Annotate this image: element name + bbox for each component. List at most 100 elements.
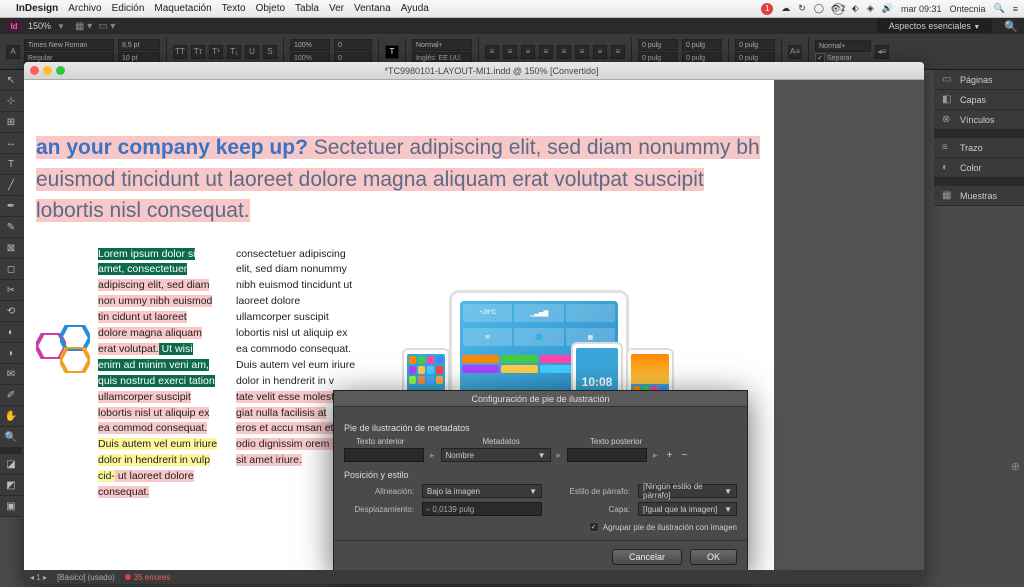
status-style[interactable]: [Básico] (usado) — [57, 573, 115, 582]
strikethrough-icon[interactable]: S — [263, 45, 277, 59]
panel-color[interactable]: ◐Color — [934, 158, 1024, 178]
capa-select[interactable]: [Igual que la imagen]▼ — [638, 502, 737, 516]
char-style-field[interactable]: Normal+ — [815, 40, 871, 52]
zoom-level[interactable]: 150% — [28, 21, 51, 31]
remove-row-button[interactable]: − — [679, 449, 691, 461]
page-nav-icon[interactable]: ◂ 1 ▸ — [30, 573, 47, 582]
preflight-errors[interactable]: 35 errores — [125, 573, 170, 582]
pen-tool[interactable]: ✒ — [0, 196, 22, 217]
zoom-in-icon[interactable]: ⊕ — [1011, 460, 1020, 473]
default-fill-stroke-icon[interactable]: ◩ — [0, 475, 22, 496]
scissors-tool[interactable]: ✂ — [0, 280, 22, 301]
metadatos-select[interactable]: Nombre▼ — [441, 448, 551, 462]
search-icon[interactable]: 🔍 — [1004, 20, 1018, 33]
first-line-field[interactable]: 0 pulg — [682, 39, 722, 51]
direct-selection-tool[interactable]: ⊹ — [0, 91, 22, 112]
menu-tabla[interactable]: Tabla — [295, 3, 319, 14]
menu-ventana[interactable]: Ventana — [354, 3, 391, 14]
char-mode-icon[interactable]: A — [6, 45, 20, 59]
type-tool[interactable]: T — [0, 154, 22, 175]
spotlight-icon[interactable]: 🔍 — [994, 3, 1005, 14]
pencil-tool[interactable]: ✎ — [0, 217, 22, 238]
text-column-1[interactable]: Lorem ipsum dolor si amet, consectetuer … — [98, 247, 218, 502]
page-tool[interactable]: ⊞ — [0, 112, 22, 133]
minimize-window-icon[interactable] — [43, 66, 52, 75]
align-left-icon[interactable]: ≡ — [485, 45, 499, 59]
zoom-window-icon[interactable] — [56, 66, 65, 75]
menu-extra-icon[interactable]: ≡ — [1013, 4, 1018, 14]
fill-color-icon[interactable]: T — [385, 45, 399, 59]
gap-tool[interactable]: ↔ — [0, 133, 22, 154]
headline-block[interactable]: an your company keep up? Sectetuer adipi… — [36, 132, 762, 227]
space-before-field[interactable]: 0 pulg — [735, 39, 775, 51]
justify-right-icon[interactable]: ≡ — [593, 45, 607, 59]
user-name[interactable]: Ontecnia — [949, 4, 985, 14]
eye-badge-icon[interactable]: 👁 2 — [832, 3, 844, 15]
menu-edicion[interactable]: Edición — [112, 3, 145, 14]
menu-ver[interactable]: Ver — [329, 3, 344, 14]
alineacion-select[interactable]: Bajo la imagen▼ — [422, 484, 542, 498]
gradient-tool[interactable]: ◐ — [0, 322, 22, 343]
panel-muestras[interactable]: ▦Muestras — [934, 186, 1024, 206]
zoom-tool[interactable]: 🔍 — [0, 427, 22, 448]
gradient-feather-tool[interactable]: ◗ — [0, 343, 22, 364]
subscript-icon[interactable]: T₁ — [227, 45, 241, 59]
fill-stroke-icon[interactable]: ◪ — [0, 454, 22, 475]
hexagon-graphic[interactable] — [36, 325, 96, 373]
app-menu[interactable]: InDesign — [16, 3, 58, 14]
align-center-icon[interactable]: ≡ — [503, 45, 517, 59]
ok-button[interactable]: OK — [690, 549, 737, 565]
rectangle-frame-tool[interactable]: ⊠ — [0, 238, 22, 259]
panel-capas[interactable]: ◧Capas — [934, 90, 1024, 110]
para-style-field[interactable]: Normal+ — [412, 39, 472, 51]
zoom-dropdown-icon[interactable]: ▼ — [57, 22, 65, 31]
menu-texto[interactable]: Texto — [222, 3, 246, 14]
cloud-icon[interactable]: ☁ — [781, 3, 790, 14]
view-mode-icon[interactable]: ▭ ▾ — [98, 21, 115, 32]
kerning-field[interactable]: 0 — [334, 39, 372, 51]
vscale-field[interactable]: 100% — [290, 39, 330, 51]
document-titlebar[interactable]: *TC9980101-LAYOUT-MI1.indd @ 150% [Conve… — [24, 62, 924, 80]
allcaps-icon[interactable]: TT — [173, 45, 187, 59]
view-bridge-icon[interactable]: ▦ ▾ — [75, 21, 92, 32]
panel-paginas[interactable]: ▭Páginas — [934, 70, 1024, 90]
texto-posterior-field[interactable] — [567, 448, 647, 462]
add-row-button[interactable]: + — [664, 449, 676, 461]
panel-menu-icon[interactable]: ◂≡ — [875, 45, 889, 59]
eyedropper-tool[interactable]: ✐ — [0, 385, 22, 406]
justify-left-icon[interactable]: ≡ — [557, 45, 571, 59]
wifi-icon[interactable]: ◈ — [867, 3, 874, 14]
align-right-icon[interactable]: ≡ — [521, 45, 535, 59]
smallcaps-icon[interactable]: Tᴛ — [191, 45, 205, 59]
rectangle-tool[interactable]: ◻ — [0, 259, 22, 280]
desplazamiento-field[interactable]: ÷0,0139 pulg — [422, 502, 542, 516]
texto-anterior-field[interactable] — [344, 448, 424, 462]
indent-left-field[interactable]: 0 pulg — [638, 39, 678, 51]
menu-archivo[interactable]: Archivo — [68, 3, 101, 14]
superscript-icon[interactable]: T¹ — [209, 45, 223, 59]
hand-tool[interactable]: ✋ — [0, 406, 22, 427]
justify-full-icon[interactable]: ≡ — [611, 45, 625, 59]
view-mode-normal-icon[interactable]: ▣ — [0, 496, 22, 517]
clock[interactable]: mar 09:31 — [901, 4, 942, 14]
notification-badge-icon[interactable]: 1 — [761, 3, 773, 15]
dropcap-icon[interactable]: A≡ — [788, 45, 802, 59]
dialog-title[interactable]: Configuración de pie de ilustración — [334, 391, 747, 407]
menu-objeto[interactable]: Objeto — [256, 3, 285, 14]
sync-icon[interactable]: ↻ — [798, 3, 806, 14]
panel-vinculos[interactable]: ⊗Vínculos — [934, 110, 1024, 130]
menu-maquetacion[interactable]: Maquetación — [154, 3, 211, 14]
line-tool[interactable]: ╱ — [0, 175, 22, 196]
font-family-field[interactable]: Times New Roman — [24, 39, 114, 51]
note-tool[interactable]: ✉ — [0, 364, 22, 385]
agrupar-checkbox[interactable]: ✓ — [589, 522, 599, 532]
workspace-switcher[interactable]: Aspectos esenciales ▼ — [877, 19, 993, 33]
panel-trazo[interactable]: ≡Trazo — [934, 138, 1024, 158]
cancel-button[interactable]: Cancelar — [612, 549, 682, 565]
user-icon[interactable]: ◯ — [814, 3, 824, 14]
dropbox-icon[interactable]: ⬖ — [852, 3, 859, 14]
estilo-parrafo-select[interactable]: [Ningún estilo de párrafo]▼ — [638, 484, 737, 498]
free-transform-tool[interactable]: ⟲ — [0, 301, 22, 322]
selection-tool[interactable]: ↖ — [0, 70, 22, 91]
close-window-icon[interactable] — [30, 66, 39, 75]
